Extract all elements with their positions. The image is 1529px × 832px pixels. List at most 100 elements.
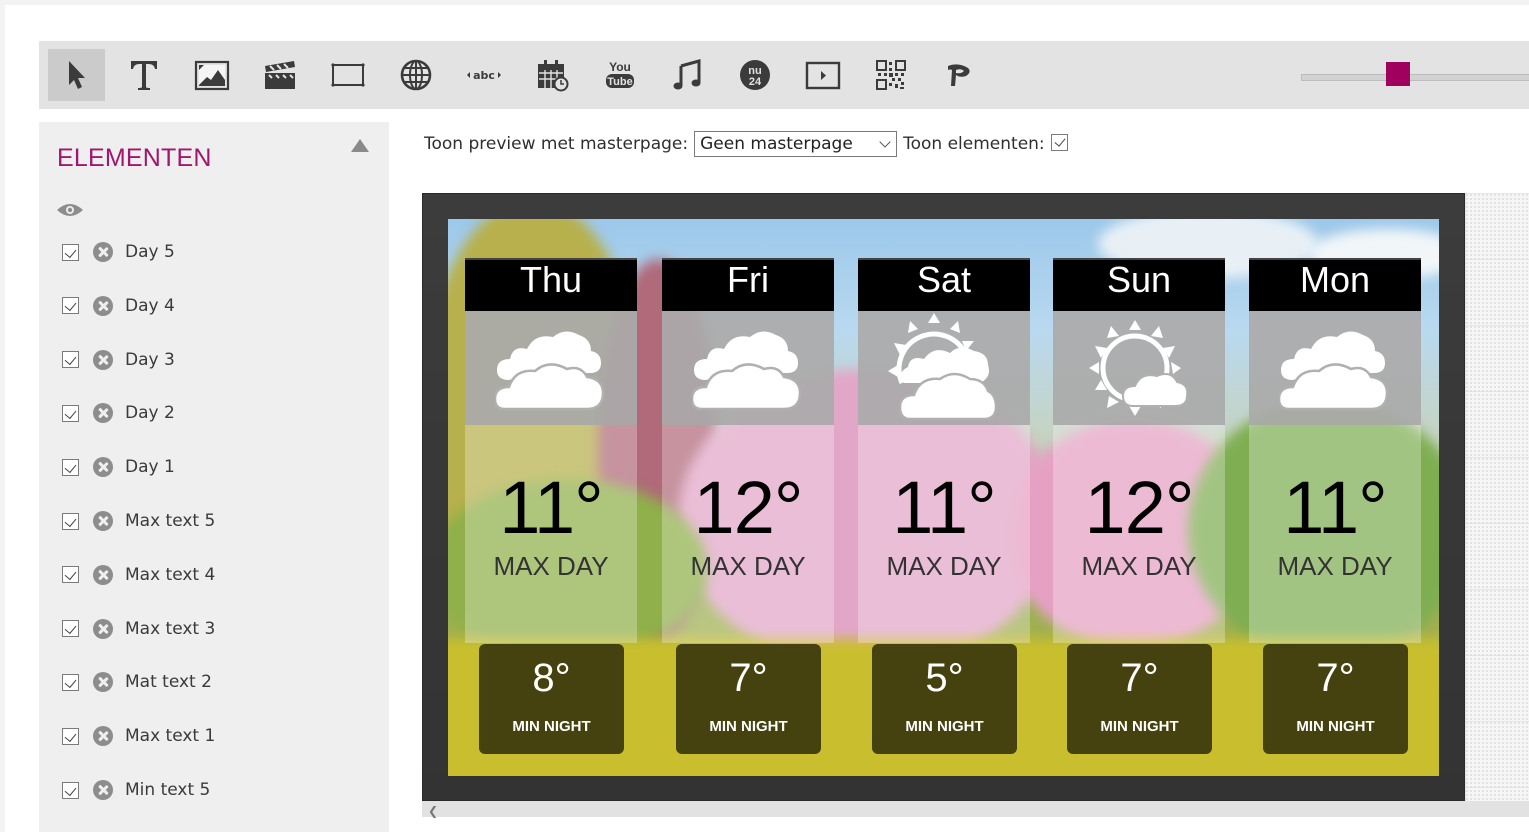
remove-circle-icon[interactable]: [93, 242, 113, 262]
min-temperature: 7°: [1120, 656, 1159, 700]
music-tool-button[interactable]: [659, 49, 716, 101]
element-visible-checkbox[interactable]: [62, 351, 79, 369]
element-list-item[interactable]: Day 2: [62, 401, 175, 425]
max-temp-panel: 11° MAX DAY: [465, 425, 637, 643]
music-note-icon: [673, 59, 700, 90]
day-forecast-column[interactable]: Fri 12° MAX DAY: [662, 258, 834, 643]
element-list-item[interactable]: Max text 5: [62, 509, 215, 533]
web-tool-button[interactable]: [387, 49, 444, 101]
cloudy-icon: [1249, 311, 1421, 425]
text-T-icon: [130, 61, 157, 90]
element-visible-checkbox[interactable]: [62, 512, 79, 530]
qr-tool-button[interactable]: [862, 49, 919, 101]
collapse-panel-button[interactable]: [351, 139, 369, 152]
element-label: Day 1: [125, 457, 175, 478]
zoom-slider[interactable]: [1301, 62, 1529, 86]
element-list-item[interactable]: Mat text 2: [62, 670, 212, 694]
element-list-item[interactable]: Max text 4: [62, 563, 215, 587]
element-label: Day 3: [125, 349, 175, 370]
zoom-slider-thumb[interactable]: [1386, 62, 1410, 86]
min-temp-box[interactable]: 7° MIN NIGHT: [676, 644, 821, 754]
clapperboard-icon: [264, 61, 295, 89]
day-name: Sun: [1053, 258, 1225, 311]
element-label: Min text 5: [125, 780, 211, 800]
min-temperature: 7°: [1316, 656, 1355, 700]
remove-circle-icon[interactable]: [93, 780, 113, 800]
element-list-item[interactable]: Min text 5: [62, 778, 210, 802]
ticker-abc-icon: abc: [466, 69, 501, 82]
svg-text:abc: abc: [473, 69, 495, 82]
element-visible-checkbox[interactable]: [62, 620, 79, 638]
masterpage-select[interactable]: Geen masterpage: [694, 131, 898, 157]
day-forecast-column[interactable]: Sun 12° MAX DAY: [1053, 258, 1225, 643]
element-list-item[interactable]: Day 1: [62, 455, 175, 479]
element-visible-checkbox[interactable]: [62, 458, 79, 476]
element-label: Day 4: [125, 295, 175, 316]
element-visible-checkbox[interactable]: [62, 297, 79, 315]
play-box-icon: [805, 61, 840, 90]
element-visible-checkbox[interactable]: [62, 404, 79, 422]
youtube-tool-button[interactable]: You Tube: [591, 49, 648, 101]
horizontal-scrollbar[interactable]: ❮: [422, 801, 1529, 818]
image-tool-button[interactable]: [183, 49, 240, 101]
element-list-item[interactable]: Day 3: [62, 348, 175, 372]
video-tool-button[interactable]: [251, 49, 308, 101]
remove-circle-icon[interactable]: [93, 672, 113, 693]
mostly-sunny-icon: [1053, 311, 1225, 425]
element-visible-checkbox[interactable]: [62, 781, 79, 799]
max-temperature: 11°: [1283, 466, 1387, 549]
day-forecast-column[interactable]: Mon 11° MAX DAY: [1249, 258, 1421, 643]
element-visible-checkbox[interactable]: [62, 727, 79, 745]
min-temp-box[interactable]: 8° MIN NIGHT: [479, 644, 624, 754]
max-day-label: MAX DAY: [1277, 551, 1393, 581]
min-temp-box[interactable]: 7° MIN NIGHT: [1263, 644, 1408, 754]
remove-circle-icon[interactable]: [93, 295, 113, 316]
ticker-tool-button[interactable]: abc: [455, 49, 512, 101]
element-list-item[interactable]: Day 4: [62, 294, 175, 318]
day-forecast-column[interactable]: Thu 11° MAX DAY: [465, 258, 637, 643]
element-visible-checkbox[interactable]: [62, 243, 79, 261]
calendar-tool-button[interactable]: [523, 49, 580, 101]
max-day-label: MAX DAY: [1081, 551, 1197, 581]
remove-circle-icon[interactable]: [93, 349, 113, 370]
element-visible-checkbox[interactable]: [62, 566, 79, 584]
remove-circle-icon[interactable]: [93, 511, 113, 531]
max-day-label: MAX DAY: [886, 551, 1002, 581]
weather-preview-screen[interactable]: Thu 11° MAX DAY 8° MIN NIGHT Fri 12° MAX DAY 7…: [448, 219, 1439, 776]
svg-text:Tube: Tube: [607, 76, 632, 88]
element-visible-checkbox[interactable]: [62, 673, 79, 691]
element-list-item[interactable]: Day 5: [62, 240, 175, 264]
nu24-tool-button[interactable]: nu 24: [726, 49, 783, 101]
custom-tool-button[interactable]: [930, 49, 987, 101]
min-temperature: 7°: [729, 656, 768, 700]
remove-circle-icon[interactable]: [93, 726, 113, 747]
min-night-label: MIN NIGHT: [1100, 718, 1179, 735]
svg-text:24: 24: [748, 76, 761, 88]
remove-circle-icon[interactable]: [93, 457, 113, 478]
show-elements-checkbox[interactable]: [1050, 133, 1068, 151]
elements-panel: ELEMENTEN Day 5 Day 4 Day 3 Day 2 Day 1 Max t…: [39, 122, 389, 832]
day-name: Fri: [662, 258, 834, 311]
chevron-down-icon: [879, 136, 891, 148]
element-label: Max text 3: [125, 618, 216, 639]
min-temperature: 5°: [925, 656, 964, 700]
eye-icon[interactable]: [56, 202, 84, 218]
rectangle-tool-button[interactable]: [319, 49, 376, 101]
day-forecast-column[interactable]: Sat 11° MAX DAY: [858, 258, 1030, 643]
youtube-icon: You Tube: [605, 60, 634, 88]
remove-circle-icon[interactable]: [93, 618, 113, 639]
select-tool-button[interactable]: [48, 49, 105, 101]
remove-circle-icon[interactable]: [93, 564, 113, 585]
min-temp-box[interactable]: 7° MIN NIGHT: [1067, 644, 1212, 754]
masterpage-label: Toon preview met masterpage:: [424, 134, 689, 154]
text-tool-button[interactable]: [115, 49, 172, 101]
media-player-tool-button[interactable]: [794, 49, 851, 101]
globe-icon: [400, 59, 431, 91]
max-day-label: MAX DAY: [690, 551, 806, 581]
remove-circle-icon[interactable]: [93, 403, 113, 424]
min-temp-box[interactable]: 5° MIN NIGHT: [872, 644, 1017, 754]
element-list-item[interactable]: Max text 1: [62, 724, 215, 748]
scroll-left-arrow-icon[interactable]: ❮: [428, 804, 438, 818]
element-list-item[interactable]: Max text 3: [62, 617, 215, 641]
day-name: Thu: [465, 258, 637, 311]
